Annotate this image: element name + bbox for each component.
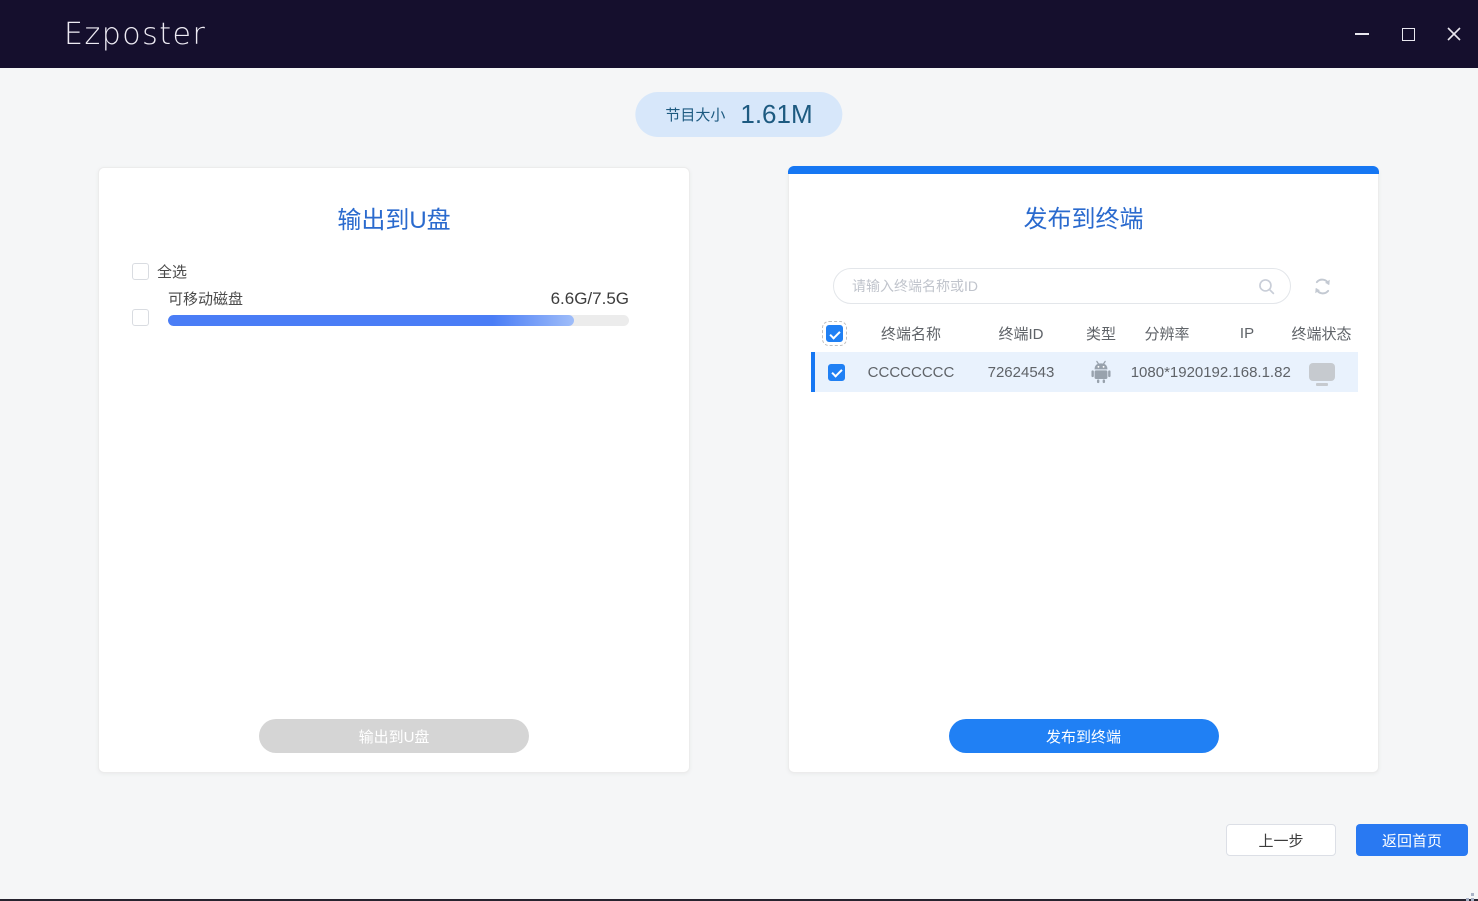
- row-checkbox[interactable]: [828, 364, 845, 381]
- app-logo: Ezposter: [64, 17, 206, 52]
- disk-checkbox[interactable]: [132, 309, 149, 326]
- usb-select-all-label: 全选: [157, 261, 187, 282]
- col-resolution: 分辨率: [1125, 323, 1209, 344]
- resize-grip[interactable]: [1471, 893, 1474, 896]
- row-ip: 192.168.1.82: [1209, 364, 1285, 381]
- program-size-value: 1.61M: [740, 99, 812, 130]
- search-icon[interactable]: [1257, 277, 1276, 301]
- maximize-icon: [1402, 28, 1415, 41]
- maximize-button[interactable]: [1400, 26, 1416, 42]
- close-icon: [1446, 26, 1462, 42]
- terminal-table-row[interactable]: CCCCCCCC 72624543 1080*1920 192.168.1.82: [811, 352, 1358, 392]
- terminal-table: 终端名称 终端ID 类型 分辨率 IP 终端状态 CCCCCCCC 726245…: [811, 315, 1358, 392]
- usb-panel-title: 输出到U盘: [99, 200, 689, 235]
- disk-progress-bar: [168, 315, 629, 326]
- col-ip: IP: [1209, 325, 1285, 342]
- col-terminal-id: 终端ID: [965, 323, 1077, 344]
- table-select-all-checkbox[interactable]: [826, 325, 843, 342]
- terminal-table-header: 终端名称 终端ID 类型 分辨率 IP 终端状态: [811, 315, 1358, 352]
- program-size-badge: 节目大小 1.61M: [635, 92, 842, 137]
- row-terminal-id: 72624543: [965, 364, 1077, 381]
- minimize-button[interactable]: [1354, 26, 1370, 42]
- disk-info-row: 可移动磁盘 6.6G/7.5G: [168, 288, 629, 309]
- terminal-search-box: [833, 268, 1291, 304]
- titlebar: Ezposter: [0, 0, 1478, 68]
- usb-panel: 输出到U盘 全选 可移动磁盘 6.6G/7.5G 输出到U盘: [98, 167, 690, 773]
- col-terminal-status: 终端状态: [1285, 323, 1358, 344]
- program-size-label: 节目大小: [665, 104, 725, 125]
- terminal-panel: 发布到终端 终端名称 终端ID: [788, 167, 1379, 773]
- usb-select-all-checkbox[interactable]: [132, 263, 149, 280]
- col-terminal-name: 终端名称: [857, 323, 965, 344]
- row-terminal-name: CCCCCCCC: [857, 364, 965, 381]
- panel-accent-bar: [788, 166, 1379, 174]
- col-type: 类型: [1077, 323, 1125, 344]
- row-resolution: 1080*1920: [1125, 364, 1209, 381]
- close-button[interactable]: [1446, 26, 1462, 42]
- usb-select-all-row: 全选: [132, 261, 187, 282]
- minimize-icon: [1355, 33, 1369, 35]
- terminal-panel-title: 发布到终端: [789, 199, 1378, 234]
- android-icon: [1090, 360, 1112, 384]
- refresh-icon[interactable]: [1311, 275, 1334, 298]
- previous-step-button[interactable]: 上一步: [1226, 824, 1336, 856]
- window-controls: [1354, 0, 1462, 68]
- output-usb-button[interactable]: 输出到U盘: [259, 719, 529, 753]
- return-home-button[interactable]: 返回首页: [1356, 824, 1468, 856]
- disk-usage: 6.6G/7.5G: [551, 289, 629, 309]
- disk-name: 可移动磁盘: [168, 288, 243, 309]
- screen-icon: [1309, 363, 1335, 381]
- terminal-search-input[interactable]: [834, 269, 1290, 303]
- publish-terminal-button[interactable]: 发布到终端: [949, 719, 1219, 753]
- terminal-search-row: [833, 268, 1334, 304]
- disk-progress-fill: [168, 315, 574, 326]
